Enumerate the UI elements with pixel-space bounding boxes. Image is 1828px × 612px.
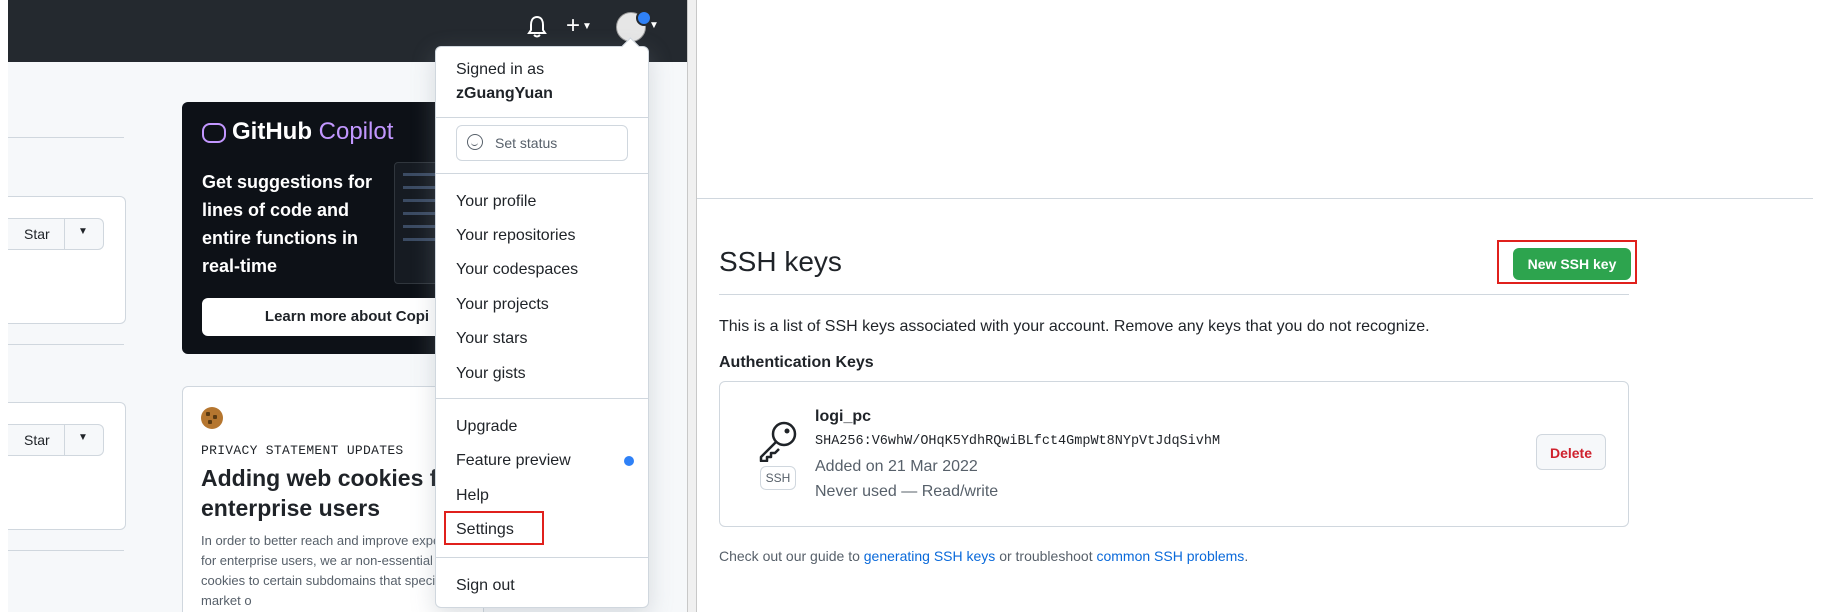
guide-prefix: Check out our guide to xyxy=(719,548,860,564)
screenshot-divider xyxy=(687,0,697,612)
menu-item-your-projects[interactable]: Your projects xyxy=(456,296,549,314)
divider xyxy=(697,198,1813,199)
menu-item-help[interactable]: Help xyxy=(456,487,489,505)
ssh-type-badge: SSH xyxy=(760,466,796,490)
github-dashboard-panel: + ▼ ▼ Star ▼ Star ▼ GitHub Copilot Get su… xyxy=(0,0,687,612)
menu-divider xyxy=(436,173,648,174)
menu-item-your-profile[interactable]: Your profile xyxy=(456,193,536,211)
create-new-plus-icon[interactable]: + ▼ xyxy=(566,14,592,39)
divider xyxy=(8,550,124,551)
chevron-down-icon[interactable]: ▼ xyxy=(78,432,88,443)
menu-divider xyxy=(436,557,648,558)
divider xyxy=(64,425,65,455)
copilot-icon xyxy=(202,122,226,143)
key-added-date: Added on 21 Mar 2022 xyxy=(815,458,978,475)
star-button-label: Star xyxy=(24,432,50,448)
page-title: SSH keys xyxy=(719,246,842,277)
brand-github-text: GitHub xyxy=(232,118,312,145)
menu-item-your-repositories[interactable]: Your repositories xyxy=(456,227,575,245)
key-name: logi_pc xyxy=(815,408,872,425)
generating-ssh-keys-link[interactable]: generating SSH keys xyxy=(864,548,996,564)
star-button[interactable]: Star ▼ xyxy=(8,424,104,456)
set-status-label: Set status xyxy=(495,135,558,151)
new-feature-dot-icon xyxy=(624,456,634,466)
divider xyxy=(8,137,124,138)
guide-middle: or troubleshoot xyxy=(999,548,1093,564)
menu-item-your-gists[interactable]: Your gists xyxy=(456,365,526,383)
settings-highlight-box xyxy=(444,511,544,545)
chevron-down-icon: ▼ xyxy=(582,20,592,32)
guide-text: Check out our guide to generating SSH ke… xyxy=(719,548,1248,564)
key-icon xyxy=(759,421,797,462)
repo-card xyxy=(8,196,126,324)
set-status-button[interactable]: Set status xyxy=(456,125,628,161)
star-button-label: Star xyxy=(24,226,50,242)
common-ssh-problems-link[interactable]: common SSH problems xyxy=(1096,548,1244,564)
guide-suffix: . xyxy=(1244,548,1249,564)
menu-item-your-codespaces[interactable]: Your codespaces xyxy=(456,261,578,279)
signed-in-label: Signed in as xyxy=(456,61,545,78)
star-button[interactable]: Star ▼ xyxy=(8,218,104,250)
username: zGuangYuan xyxy=(456,85,553,102)
copilot-pitch: Get suggestions for lines of code and en… xyxy=(202,172,373,276)
delete-key-button[interactable]: Delete xyxy=(1536,434,1606,470)
chevron-down-icon: ▼ xyxy=(649,20,659,31)
divider xyxy=(64,219,65,249)
divider xyxy=(8,344,124,345)
news-eyebrow: PRIVACY STATEMENT UPDATES xyxy=(201,443,404,458)
menu-divider xyxy=(436,398,648,399)
brand-copilot-text: Copilot xyxy=(318,118,394,145)
chevron-down-icon[interactable]: ▼ xyxy=(78,226,88,237)
notifications-bell-icon[interactable] xyxy=(526,14,548,40)
new-ssh-key-highlight-box xyxy=(1497,240,1637,284)
copilot-brand: GitHub Copilot xyxy=(202,118,393,146)
menu-item-your-stars[interactable]: Your stars xyxy=(456,330,527,348)
menu-item-sign-out[interactable]: Sign out xyxy=(456,577,515,595)
key-usage: Never used — Read/write xyxy=(815,483,999,500)
ssh-key-card: SSH logi_pc SHA256:V6whW/OHqK5YdhRQwiBLf… xyxy=(719,381,1629,527)
title-divider xyxy=(719,294,1629,295)
cookie-icon xyxy=(201,407,223,429)
menu-item-feature-preview[interactable]: Feature preview xyxy=(456,452,571,470)
key-fingerprint: SHA256:V6whW/OHqK5YdhRQwiBLfct4GmpWt8NYp… xyxy=(815,434,1221,449)
ssh-description: This is a list of SSH keys associated wi… xyxy=(719,318,1430,335)
window-edge xyxy=(0,0,8,612)
authentication-keys-heading: Authentication Keys xyxy=(719,354,874,371)
menu-item-upgrade[interactable]: Upgrade xyxy=(456,418,517,436)
repo-card xyxy=(8,402,126,530)
smiley-icon xyxy=(467,134,483,150)
menu-divider xyxy=(436,117,648,118)
user-dropdown-menu: Signed in as zGuangYuan Set status Your … xyxy=(435,37,649,608)
